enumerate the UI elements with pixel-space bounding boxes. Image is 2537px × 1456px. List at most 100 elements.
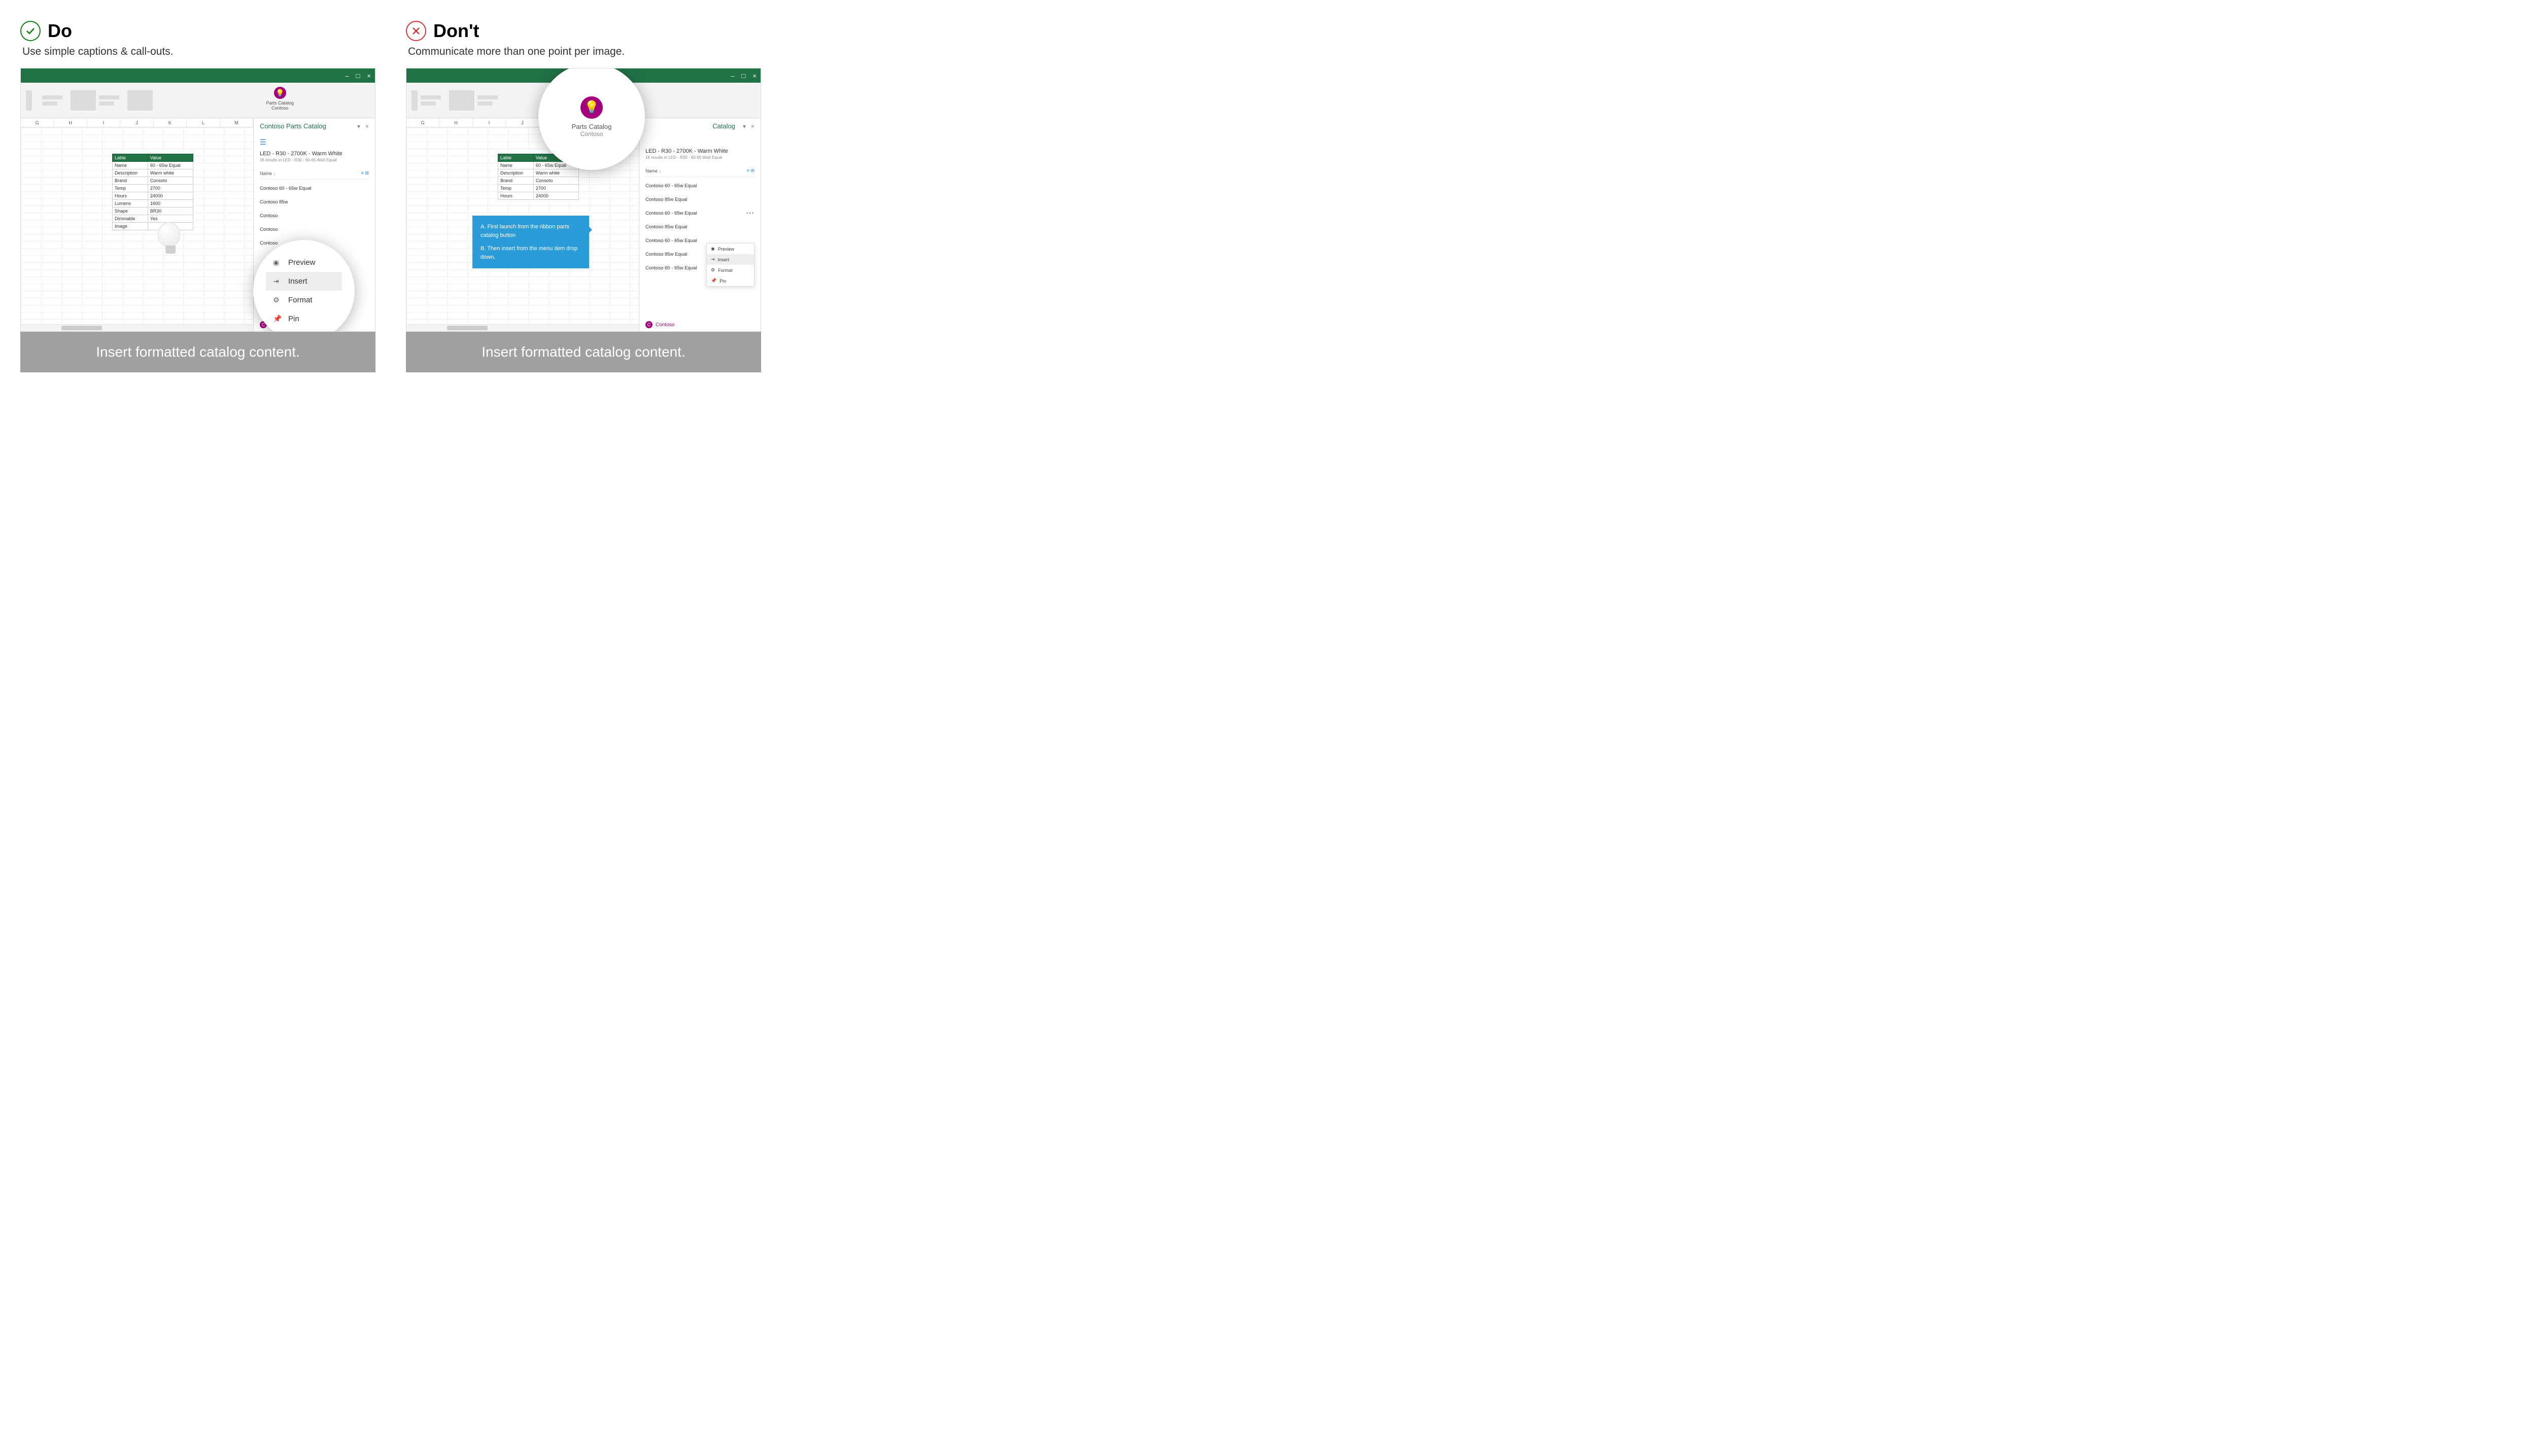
- taskpane-dropdown-icon[interactable]: ▾: [743, 123, 746, 130]
- insert-icon: ⇥: [711, 257, 715, 262]
- taskpane-subheading: 16 results in LED - R30 - 60-65 Watt Equ…: [645, 155, 755, 160]
- lightbulb-icon: 💡: [274, 87, 286, 99]
- taskpane-title: Contoso Parts Catalog: [260, 122, 326, 130]
- taskpane-subheading: 16 results in LED - R30 - 60-65 Watt Equ…: [260, 158, 369, 162]
- sort-label[interactable]: Name: [645, 168, 658, 174]
- checkmark-icon: [20, 21, 41, 41]
- taskpane-heading: LED - R30 - 2700K - Warm White: [645, 148, 755, 154]
- column-header[interactable]: J: [506, 118, 539, 127]
- pin-icon: 📌: [273, 315, 282, 323]
- table-row: BrandConsoto: [113, 177, 193, 185]
- menu-item-format[interactable]: ⚙Format: [266, 291, 342, 309]
- close-icon[interactable]: ×: [367, 72, 371, 80]
- table-row: Hours24000: [113, 192, 193, 200]
- cross-icon: [406, 21, 426, 41]
- column-header[interactable]: K: [154, 118, 187, 127]
- insert-icon: ⇥: [273, 277, 282, 286]
- close-icon[interactable]: ×: [752, 72, 757, 80]
- instruction-callout: A. First launch from the ribbon parts ca…: [472, 216, 589, 268]
- taskpane-title-partial: Catalog: [712, 122, 735, 130]
- dropdown-item-pin[interactable]: 📌Pin: [707, 275, 754, 286]
- column-header[interactable]: G: [21, 118, 54, 127]
- do-column: Do Use simple captions & call-outs. – □ …: [20, 20, 375, 372]
- list-item[interactable]: Contoso 85w Equal: [645, 193, 755, 206]
- maximize-icon[interactable]: □: [742, 72, 746, 80]
- dropdown-item-insert[interactable]: ⇥Insert: [707, 254, 754, 265]
- zoom-label-2: Contoso: [572, 130, 612, 137]
- horizontal-scrollbar[interactable]: [406, 324, 639, 331]
- do-screenshot: – □ ×: [20, 68, 375, 332]
- column-header[interactable]: I: [87, 118, 120, 127]
- hamburger-icon[interactable]: ☰: [260, 138, 369, 147]
- ribbon-button-label-2: Contoso: [266, 106, 294, 111]
- table-row: Temp2700: [498, 185, 579, 192]
- taskpane-close-icon[interactable]: ×: [365, 123, 369, 130]
- table-header: Lable: [113, 154, 148, 162]
- lightbulb-icon: 💡: [580, 96, 603, 119]
- window-titlebar: – □ ×: [21, 68, 375, 83]
- sort-label[interactable]: Name: [260, 171, 272, 176]
- dont-screenshot: – □ ×: [406, 68, 761, 332]
- table-header: Lable: [498, 154, 534, 162]
- column-header[interactable]: J: [120, 118, 153, 127]
- table-row: Name60 - 65w Equal: [113, 162, 193, 169]
- list-item[interactable]: Contoso 60 - 65w Equal: [260, 182, 369, 195]
- format-icon: ⚙: [711, 267, 715, 273]
- ribbon: 💡 Parts Catalog Contoso: [21, 83, 375, 118]
- lightbulb-image: [158, 222, 183, 263]
- spreadsheet-grid[interactable]: GHIJKLM LableValueName60 - 65w EqualDesc…: [21, 118, 253, 331]
- dropdown-item-preview[interactable]: ◉Preview: [707, 244, 754, 254]
- menu-item-preview[interactable]: ◉Preview: [266, 253, 342, 272]
- horizontal-scrollbar[interactable]: [21, 324, 253, 331]
- table-row: DescriptionWarm white: [498, 169, 579, 177]
- table-row: Lumens1600: [113, 200, 193, 207]
- taskpane-close-icon[interactable]: ×: [751, 123, 755, 130]
- column-header[interactable]: I: [473, 118, 506, 127]
- taskpane-heading: LED - R30 - 2700K - Warm White: [260, 151, 369, 157]
- column-header[interactable]: G: [406, 118, 439, 127]
- list-item[interactable]: Contoso: [260, 223, 369, 236]
- view-icons[interactable]: ≡ ⊞: [361, 170, 369, 176]
- dont-subtitle: Communicate more than one point per imag…: [408, 46, 761, 58]
- column-header[interactable]: M: [220, 118, 253, 127]
- taskpane-footer: CContoso: [639, 318, 761, 331]
- view-icons[interactable]: ≡ ⊞: [747, 168, 755, 174]
- table-row: Temp2700: [113, 185, 193, 192]
- format-icon: ⚙: [273, 296, 282, 304]
- list-item[interactable]: Contoso 85w: [260, 195, 369, 209]
- table-row: DescriptionWarm white: [113, 169, 193, 177]
- data-table: LableValueName60 - 65w EqualDescriptionW…: [112, 154, 193, 230]
- dont-caption: Insert formatted catalog content.: [406, 332, 761, 372]
- do-caption: Insert formatted catalog content.: [20, 332, 375, 372]
- list-item[interactable]: Contoso 85w Equal: [645, 220, 755, 234]
- more-icon[interactable]: •••: [746, 211, 755, 216]
- dont-column: Don't Communicate more than one point pe…: [406, 20, 761, 372]
- table-header: Value: [148, 154, 193, 162]
- minimize-icon[interactable]: –: [731, 72, 734, 80]
- table-row: Hours24000: [498, 192, 579, 200]
- preview-icon: ◉: [273, 258, 282, 267]
- minimize-icon[interactable]: –: [345, 72, 349, 80]
- callout-line-a: A. First launch from the ribbon parts ca…: [481, 223, 581, 239]
- do-subtitle: Use simple captions & call-outs.: [22, 46, 375, 58]
- menu-item-pin[interactable]: 📌Pin: [266, 309, 342, 328]
- pin-icon: 📌: [711, 278, 716, 284]
- dropdown-item-format[interactable]: ⚙Format: [707, 265, 754, 275]
- list-item[interactable]: Contoso 60 - 65w Equal•••: [645, 206, 755, 220]
- column-header[interactable]: L: [187, 118, 220, 127]
- maximize-icon[interactable]: □: [356, 72, 360, 80]
- task-pane: x Catalog ▾× LED - R30 - 2700K - Warm Wh…: [639, 118, 761, 331]
- list-item[interactable]: Contoso: [260, 209, 369, 223]
- do-title: Do: [48, 20, 72, 42]
- zoom-label-1: Parts Catalog: [572, 123, 612, 130]
- column-header[interactable]: H: [54, 118, 87, 127]
- parts-catalog-ribbon-button[interactable]: 💡 Parts Catalog Contoso: [266, 87, 294, 111]
- menu-item-insert[interactable]: ⇥Insert: [266, 272, 342, 291]
- list-item[interactable]: Contoso 60 - 65w Equal: [645, 179, 755, 193]
- table-row: BrandConsoto: [498, 177, 579, 185]
- dropdown-menu: ◉Preview⇥Insert⚙Format📌Pin: [706, 243, 755, 287]
- column-header[interactable]: H: [439, 118, 472, 127]
- taskpane-dropdown-icon[interactable]: ▾: [357, 123, 360, 130]
- table-row: DimmableYes: [113, 215, 193, 223]
- callout-line-b: B. Then insert from the menu item drop d…: [481, 245, 581, 261]
